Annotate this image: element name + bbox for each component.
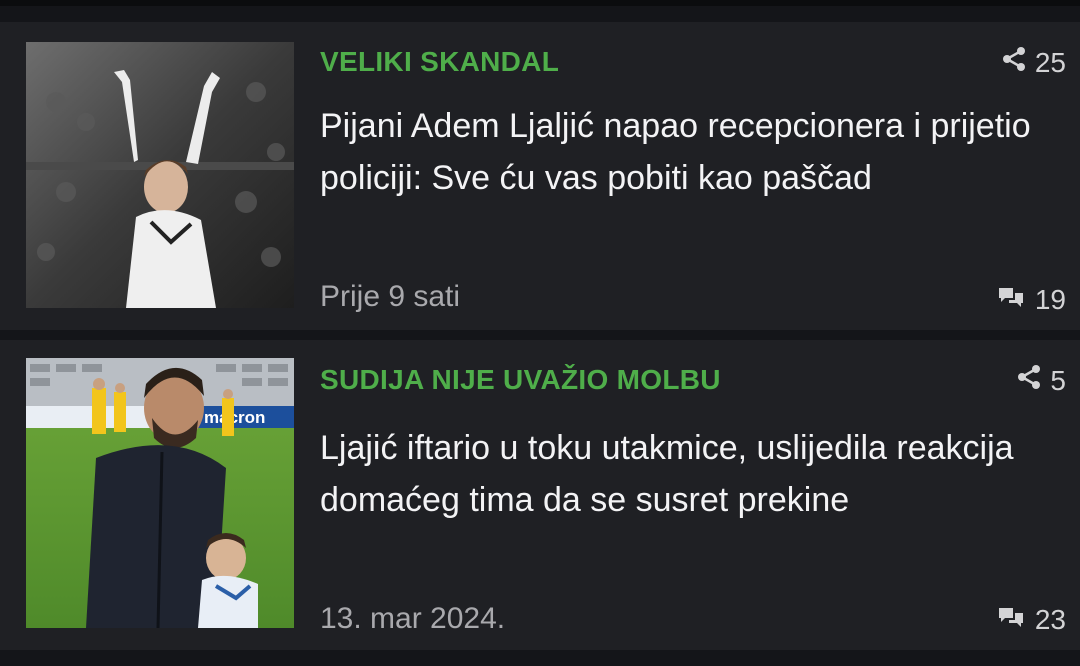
share-button[interactable]: 5 (1016, 364, 1066, 397)
article-card[interactable]: VELIKI SKANDAL 25 Pijani Adem Ljaljić na… (0, 22, 1080, 330)
article-thumbnail[interactable]: macron (26, 358, 294, 628)
article-timestamp: Prije 9 sati (320, 280, 461, 313)
share-count: 5 (1050, 364, 1066, 396)
share-count: 25 (1034, 46, 1066, 78)
comments-icon (997, 284, 1025, 316)
thumbnail-player-celebrating (26, 42, 294, 308)
share-icon (1001, 46, 1027, 79)
article-card[interactable]: macron SUDIJA NIJE UVAŽIO MOLBU 5 Ljajić… (0, 340, 1080, 650)
article-date: 13. mar 2024. (320, 602, 506, 635)
share-button[interactable]: 25 (1001, 46, 1066, 79)
comments-button[interactable]: 19 (997, 284, 1066, 316)
article-category[interactable]: VELIKI SKANDAL (320, 46, 559, 78)
comments-count: 23 (1034, 604, 1066, 635)
article-category[interactable]: SUDIJA NIJE UVAŽIO MOLBU (320, 364, 721, 396)
article-headline[interactable]: Pijani Adem Ljaljić napao recepcionera i… (320, 100, 1040, 204)
news-feed: VELIKI SKANDAL 25 Pijani Adem Ljaljić na… (0, 0, 1080, 666)
article-thumbnail[interactable] (26, 42, 294, 308)
article-headline[interactable]: Ljajić iftario u toku utakmice, uslijedi… (320, 422, 1040, 526)
top-edge-divider (0, 0, 1080, 6)
share-icon (1016, 364, 1042, 397)
comments-icon (997, 604, 1025, 636)
thumbnail-banner-text: macron (204, 408, 265, 427)
comments-button[interactable]: 23 (997, 604, 1066, 636)
comments-count: 19 (1034, 284, 1066, 315)
thumbnail-stadium-scene: macron (26, 358, 294, 628)
